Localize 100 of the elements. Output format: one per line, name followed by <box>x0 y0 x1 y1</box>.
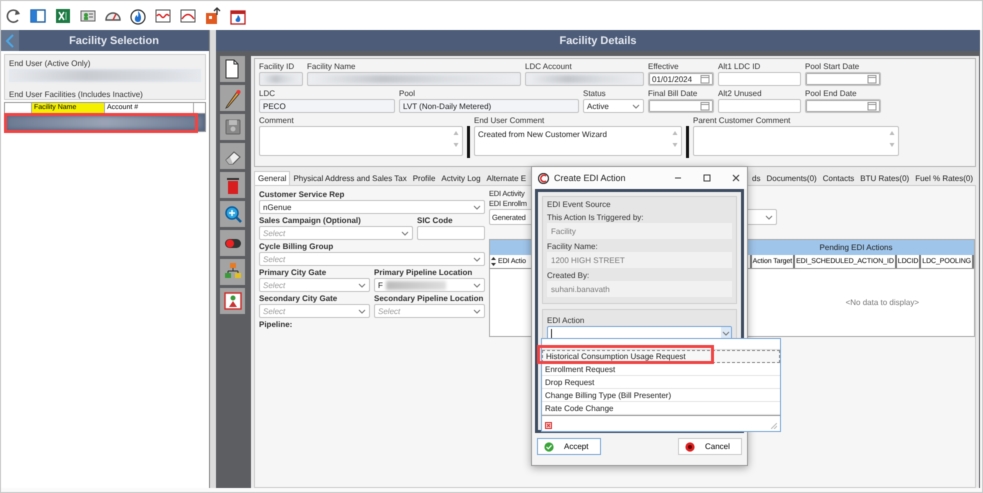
maximize-icon[interactable] <box>702 173 712 183</box>
export-icon[interactable] <box>204 6 222 24</box>
calendar-icon[interactable] <box>867 74 877 84</box>
field-label: End User Facilities (Includes Inactive) <box>9 89 144 100</box>
date-field[interactable]: 01/01/2024 <box>648 72 714 86</box>
dropdown[interactable]: F <box>374 278 485 292</box>
field-label: Pool Start Date <box>805 61 860 72</box>
field-label: Facility ID <box>259 61 296 72</box>
field-label: SIC Code <box>417 215 454 226</box>
field-label: Primary City Gate <box>259 267 328 278</box>
chevron-down-icon[interactable] <box>473 256 481 262</box>
app-logo-icon <box>538 172 549 184</box>
field-label: Pool End Date <box>805 88 858 99</box>
chevron-down-icon[interactable] <box>722 330 730 336</box>
field-label: Customer Service Rep <box>259 189 346 200</box>
blurred-field[interactable] <box>9 69 201 82</box>
date-field[interactable] <box>805 99 881 113</box>
date-field[interactable] <box>648 99 714 113</box>
tab[interactable]: ds <box>749 172 764 185</box>
read-only-field: suhani.banavath <box>547 281 732 297</box>
refresh-icon[interactable] <box>4 6 22 24</box>
tab[interactable]: BTU Rates(0) <box>857 172 912 185</box>
field-label: Effective <box>648 61 680 72</box>
cancel-button[interactable]: Cancel <box>678 438 742 455</box>
spreadsheet-icon[interactable] <box>54 6 72 24</box>
field-label: Created By: <box>547 270 590 281</box>
tab[interactable]: Alternate E <box>484 172 530 185</box>
blurred-field[interactable] <box>259 72 303 86</box>
curve-chart-icon[interactable] <box>179 6 197 24</box>
chevron-left-icon <box>6 34 14 48</box>
close-icon[interactable] <box>731 173 741 183</box>
flame-icon[interactable] <box>129 6 147 24</box>
chevron-down-icon[interactable] <box>401 230 409 236</box>
read-only-field: Facility <box>547 223 732 239</box>
field-label: Facility Name: <box>547 241 599 252</box>
text-field[interactable] <box>417 226 485 240</box>
field-label: Alt1 LDC ID <box>718 61 762 72</box>
chevron-down-icon[interactable] <box>632 104 640 108</box>
comment-field[interactable] <box>693 126 899 156</box>
panel-icon[interactable] <box>29 6 47 24</box>
date-field[interactable] <box>805 72 881 86</box>
field-label: Comment <box>259 115 295 126</box>
field-label: Facility Name <box>307 61 356 72</box>
tab[interactable]: Profile <box>410 172 438 185</box>
tab[interactable]: Actvity Log <box>438 172 484 185</box>
field-label: Secondary Pipeline Location <box>374 293 484 304</box>
chevron-down-icon[interactable] <box>765 214 773 220</box>
comment-field[interactable]: Created from New Customer Wizard <box>474 126 682 156</box>
wave-chart-icon[interactable] <box>154 6 172 24</box>
field-label: Status <box>583 88 607 99</box>
field-label: Cycle Billing Group <box>259 241 334 252</box>
sort-icon[interactable] <box>491 257 496 266</box>
field-label: Pool <box>399 88 416 99</box>
band-header: Pending EDI Actions <box>818 242 894 254</box>
tab[interactable]: General <box>254 171 290 185</box>
field-label: EDI Action <box>547 315 586 326</box>
text-field[interactable]: LVT (Non-Daily Metered) <box>399 99 579 113</box>
chevron-down-icon[interactable] <box>473 282 481 288</box>
resize-grip-icon[interactable] <box>771 423 777 429</box>
dropdown[interactable]: nGenue <box>259 200 485 214</box>
panel-title: Facility Details <box>559 34 637 46</box>
text-field[interactable] <box>718 72 801 86</box>
field-label: This Action Is Triggered by: <box>547 212 644 223</box>
dropdown[interactable]: Active <box>583 99 644 113</box>
calendar-icon[interactable] <box>700 101 710 111</box>
text-field[interactable] <box>718 99 801 113</box>
cancel-icon <box>685 442 695 452</box>
clear-icon[interactable] <box>545 422 552 429</box>
tab[interactable]: Documents(0) <box>763 172 820 185</box>
blurred-field[interactable] <box>525 72 644 86</box>
list-option[interactable]: Enrollment Request <box>542 363 780 376</box>
list-option[interactable]: Drop Request <box>542 376 780 389</box>
chevron-down-icon[interactable] <box>473 308 481 314</box>
tab[interactable]: Physical Address and Sales Tax <box>290 172 410 185</box>
field-label: Alt2 Unused <box>718 88 763 99</box>
accept-button[interactable]: Accept <box>537 438 601 455</box>
comment-field[interactable] <box>259 126 463 156</box>
field-label: LDC <box>259 88 276 99</box>
chevron-down-icon[interactable] <box>473 204 481 210</box>
text-field[interactable]: PECO <box>259 99 395 113</box>
field-label: LDC Account <box>525 61 573 72</box>
tab[interactable]: Fuel % Rates(0) <box>912 172 976 185</box>
dialog-title: Create EDI Action <box>554 173 627 183</box>
chevron-down-icon[interactable] <box>358 308 366 314</box>
field-label: Parent Customer Comment <box>693 115 792 126</box>
list-option[interactable]: Rate Code Change <box>542 402 780 415</box>
blurred-field[interactable] <box>307 72 521 86</box>
calendar-icon[interactable] <box>700 74 710 84</box>
group-label: EDI Event Source <box>547 199 612 210</box>
tab[interactable]: Contacts <box>820 172 858 185</box>
read-only-field: 1200 HIGH STREET <box>547 252 732 268</box>
field-label: Primary Pipeline Location <box>374 267 474 278</box>
panel-title: Facility Selection <box>68 34 160 48</box>
field-label: End User Comment <box>474 115 546 126</box>
field-label: End User (Active Only) <box>9 58 92 69</box>
list-option[interactable]: Change Billing Type (Bill Presenter) <box>542 389 780 402</box>
field-label: Final Bill Date <box>648 88 698 99</box>
check-icon <box>544 442 554 452</box>
calendar-icon[interactable] <box>867 101 877 111</box>
chevron-down-icon[interactable] <box>358 282 366 288</box>
